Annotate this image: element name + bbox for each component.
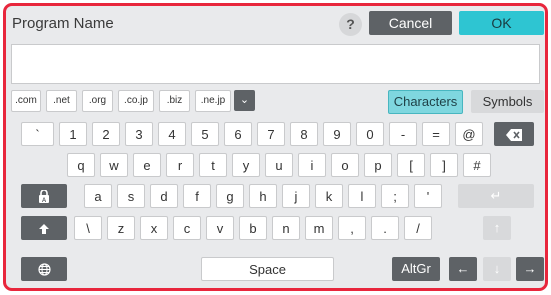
key-b[interactable]: b xyxy=(239,216,267,240)
key-e[interactable]: e xyxy=(133,153,161,177)
key-apostrophe[interactable]: ' xyxy=(414,184,442,208)
key-w[interactable]: w xyxy=(100,153,128,177)
key-9[interactable]: 9 xyxy=(323,122,351,146)
domain-key-cojp[interactable]: .co.jp xyxy=(118,90,154,112)
key-minus[interactable]: - xyxy=(389,122,417,146)
caps-lock-key[interactable]: A xyxy=(21,184,67,208)
key-p[interactable]: p xyxy=(364,153,392,177)
key-r[interactable]: r xyxy=(166,153,194,177)
key-backslash[interactable]: \ xyxy=(74,216,102,240)
key-v[interactable]: v xyxy=(206,216,234,240)
key-6[interactable]: 6 xyxy=(224,122,252,146)
arrow-down-key[interactable]: ↓ xyxy=(483,257,511,281)
key-8[interactable]: 8 xyxy=(290,122,318,146)
program-name-input[interactable] xyxy=(11,44,540,84)
cancel-button[interactable]: Cancel xyxy=(369,11,452,35)
key-x[interactable]: x xyxy=(140,216,168,240)
key-a[interactable]: a xyxy=(84,184,112,208)
key-y[interactable]: y xyxy=(232,153,260,177)
key-7[interactable]: 7 xyxy=(257,122,285,146)
language-key[interactable] xyxy=(21,257,67,281)
key-hash[interactable]: # xyxy=(463,153,491,177)
shift-icon xyxy=(39,223,49,234)
key-2[interactable]: 2 xyxy=(92,122,120,146)
ok-button[interactable]: OK xyxy=(459,11,544,35)
keyboard-dialog: Program Name ? Cancel OK .com .net .org … xyxy=(3,3,548,291)
key-5[interactable]: 5 xyxy=(191,122,219,146)
shift-key[interactable] xyxy=(21,216,67,240)
chevron-down-icon: ⌄ xyxy=(239,94,250,106)
domain-key-nejp[interactable]: .ne.jp xyxy=(195,90,231,112)
arrow-right-icon: → xyxy=(523,261,537,276)
altgr-key[interactable]: AltGr xyxy=(392,257,440,281)
domain-key-net[interactable]: .net xyxy=(46,90,77,112)
backspace-icon xyxy=(506,128,522,141)
key-j[interactable]: j xyxy=(282,184,310,208)
arrow-down-icon: ↓ xyxy=(493,261,501,276)
enter-key[interactable]: ↵ xyxy=(458,184,534,208)
key-d[interactable]: d xyxy=(150,184,178,208)
svg-text:A: A xyxy=(42,198,47,203)
key-period[interactable]: . xyxy=(371,216,399,240)
key-u[interactable]: u xyxy=(265,153,293,177)
key-at[interactable]: @ xyxy=(455,122,483,146)
key-semicolon[interactable]: ; xyxy=(381,184,409,208)
key-m[interactable]: m xyxy=(305,216,333,240)
domain-dropdown-button[interactable]: ⌄ xyxy=(234,90,255,111)
tab-characters[interactable]: Characters xyxy=(388,90,463,114)
domain-key-org[interactable]: .org xyxy=(82,90,113,112)
domain-key-com[interactable]: .com xyxy=(11,90,41,112)
key-right-bracket[interactable]: ] xyxy=(430,153,458,177)
key-s[interactable]: s xyxy=(117,184,145,208)
arrow-left-icon: ← xyxy=(456,261,470,276)
domain-key-biz[interactable]: .biz xyxy=(159,90,190,112)
key-l[interactable]: l xyxy=(348,184,376,208)
caps-lock-icon: A xyxy=(39,189,49,204)
key-equals[interactable]: = xyxy=(422,122,450,146)
key-h[interactable]: h xyxy=(249,184,277,208)
key-n[interactable]: n xyxy=(272,216,300,240)
key-slash[interactable]: / xyxy=(404,216,432,240)
dialog-title: Program Name xyxy=(12,15,114,32)
key-3[interactable]: 3 xyxy=(125,122,153,146)
key-0[interactable]: 0 xyxy=(356,122,384,146)
arrow-up-icon: ↑ xyxy=(493,220,501,235)
arrow-left-key[interactable]: ← xyxy=(449,257,477,281)
key-1[interactable]: 1 xyxy=(59,122,87,146)
key-left-bracket[interactable]: [ xyxy=(397,153,425,177)
enter-icon: ↵ xyxy=(490,188,502,203)
key-4[interactable]: 4 xyxy=(158,122,186,146)
key-c[interactable]: c xyxy=(173,216,201,240)
key-z[interactable]: z xyxy=(107,216,135,240)
key-f[interactable]: f xyxy=(183,184,211,208)
tab-symbols[interactable]: Symbols xyxy=(471,90,544,113)
key-k[interactable]: k xyxy=(315,184,343,208)
key-g[interactable]: g xyxy=(216,184,244,208)
key-comma[interactable]: , xyxy=(338,216,366,240)
key-i[interactable]: i xyxy=(298,153,326,177)
key-backtick[interactable]: ` xyxy=(21,122,54,146)
key-o[interactable]: o xyxy=(331,153,359,177)
space-key[interactable]: Space xyxy=(201,257,334,281)
backspace-key[interactable] xyxy=(494,122,534,146)
key-t[interactable]: t xyxy=(199,153,227,177)
globe-icon xyxy=(37,263,51,276)
arrow-right-key[interactable]: → xyxy=(516,257,544,281)
key-q[interactable]: q xyxy=(67,153,95,177)
help-icon[interactable]: ? xyxy=(339,13,362,36)
arrow-up-key[interactable]: ↑ xyxy=(483,216,511,240)
